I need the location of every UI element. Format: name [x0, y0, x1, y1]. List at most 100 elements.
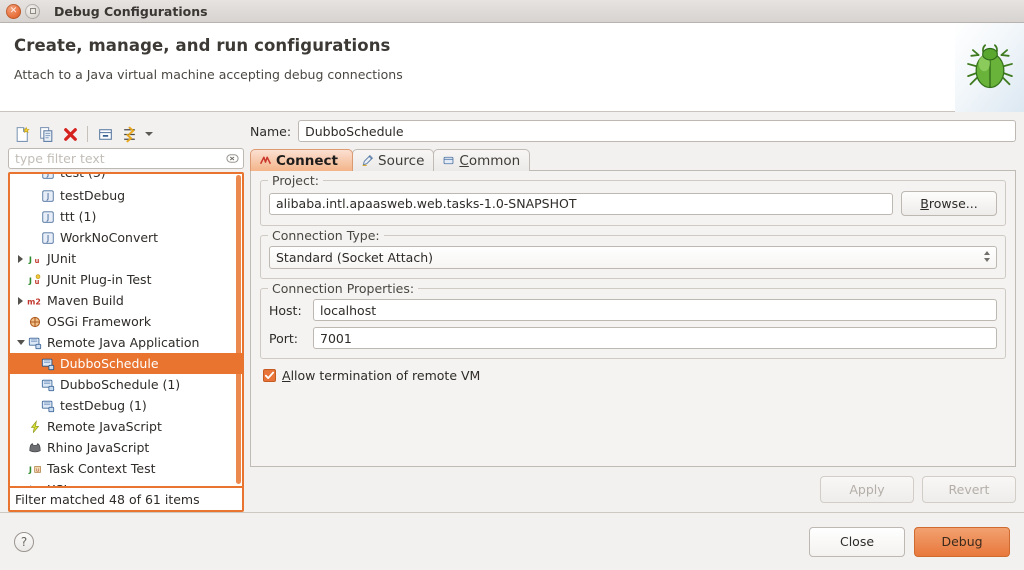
svg-text:J: J — [46, 192, 49, 201]
tree-item-label: XSL — [47, 482, 70, 486]
new-document-icon[interactable] — [11, 123, 33, 145]
tree-item-junit-plugin-test[interactable]: Ju JUnit Plug-in Test — [10, 269, 242, 290]
tree-item-remote-javascript[interactable]: Remote JavaScript — [10, 416, 242, 437]
common-icon — [441, 154, 455, 168]
expand-arrow-icon[interactable] — [14, 290, 27, 311]
port-input[interactable] — [313, 327, 997, 349]
restore-icon[interactable] — [25, 4, 40, 19]
junit-icon: Ju — [27, 251, 43, 267]
tree-item-ttt-1[interactable]: J ttt (1) — [10, 206, 242, 227]
close-icon[interactable]: ✕ — [6, 4, 21, 19]
junit-task-icon: Ju — [27, 461, 43, 477]
connection-type-select[interactable]: Standard (Socket Attach) — [269, 246, 997, 269]
source-icon — [360, 154, 374, 168]
name-input[interactable] — [298, 120, 1016, 142]
page-title: Create, manage, and run configurations — [14, 36, 1006, 55]
spinner-icon[interactable] — [984, 251, 990, 262]
tree-item-label: test (3) — [60, 174, 106, 180]
connection-type-value: Standard (Socket Attach) — [276, 250, 433, 265]
svg-text:J: J — [28, 464, 32, 474]
junit-plugin-icon: Ju — [27, 272, 43, 288]
collapse-all-icon[interactable] — [94, 123, 116, 145]
filter-input[interactable] — [8, 148, 244, 169]
tree-item-label: Remote Java Application — [47, 335, 199, 350]
connection-properties-group: Connection Properties: Host: Port: — [260, 288, 1006, 359]
revert-button[interactable]: Revert — [922, 476, 1016, 503]
close-button[interactable]: Close — [809, 527, 905, 557]
tree-item-junit[interactable]: Ju JUnit — [10, 248, 242, 269]
configurations-toolbar — [8, 120, 244, 148]
osgi-icon — [27, 314, 43, 330]
tree-item-testdebug-1[interactable]: testDebug (1) — [10, 395, 242, 416]
tree-item-dubboschedule[interactable]: DubboSchedule — [10, 353, 242, 374]
project-input[interactable] — [269, 193, 893, 215]
expand-arrow-icon[interactable] — [14, 248, 27, 269]
svg-text:u: u — [34, 257, 39, 265]
dialog-header: Create, manage, and run configurations A… — [0, 23, 1024, 112]
connection-properties-legend: Connection Properties: — [268, 281, 418, 296]
name-label: Name: — [250, 124, 291, 139]
tab-label: Common — [459, 153, 520, 169]
filter-arrows-icon[interactable] — [118, 123, 140, 145]
tree-item-label: Maven Build — [47, 293, 124, 308]
tab-common[interactable]: Common — [433, 149, 530, 171]
tree-item-label: testDebug (1) — [60, 398, 147, 413]
svg-text:u: u — [34, 278, 39, 286]
tree-item-task-context-test[interactable]: Ju Task Context Test — [10, 458, 242, 479]
configurations-panel: J test (3) J testDebug J — [8, 120, 244, 512]
allow-termination-row[interactable]: Allow termination of remote VM — [260, 368, 1006, 383]
xsl-icon — [27, 482, 43, 487]
svg-text:u: u — [35, 467, 38, 473]
tab-connect[interactable]: Connect — [250, 149, 353, 171]
allow-termination-checkbox[interactable] — [263, 369, 276, 382]
tree-item-remote-java-application[interactable]: Remote Java Application — [10, 332, 242, 353]
collapse-arrow-icon[interactable] — [14, 332, 27, 353]
tree-item-rhino-javascript[interactable]: Rhino JavaScript — [10, 437, 242, 458]
tree-item-maven-build[interactable]: m2 Maven Build — [10, 290, 242, 311]
copy-pages-icon[interactable] — [35, 123, 57, 145]
help-question-icon[interactable]: ? — [14, 532, 34, 552]
port-row: Port: — [269, 327, 997, 349]
tree-item-xsl[interactable]: XSL — [10, 479, 242, 486]
clear-text-icon[interactable] — [226, 152, 239, 165]
dialog-body: J test (3) J testDebug J — [0, 112, 1024, 512]
host-label: Host: — [269, 303, 307, 318]
tab-label: Source — [378, 153, 424, 169]
tab-source[interactable]: Source — [352, 149, 434, 171]
chevron-down-icon[interactable] — [142, 123, 156, 145]
tab-label: Connect — [276, 153, 338, 169]
remote-java-icon — [40, 356, 56, 372]
tree-item-label: OSGi Framework — [47, 314, 151, 329]
tree-item-testdebug[interactable]: J testDebug — [10, 185, 242, 206]
tree-scrollbar[interactable] — [236, 175, 241, 484]
toolbar-separator — [87, 126, 88, 142]
apply-revert-row: Apply Revert — [250, 467, 1016, 512]
tree-item-worknoconvert[interactable]: J WorkNoConvert — [10, 227, 242, 248]
connect-tab-panel: Project: Browse... Connection Type: Stan… — [250, 170, 1016, 467]
allow-termination-label: Allow termination of remote VM — [282, 368, 480, 383]
connection-type-legend: Connection Type: — [268, 228, 384, 243]
java-app-icon: J — [40, 174, 56, 181]
connection-properties-rows: Host: Port: — [269, 295, 997, 349]
configurations-tree[interactable]: J test (3) J testDebug J — [8, 172, 244, 512]
svg-text:m2: m2 — [27, 297, 41, 306]
tree-item-test-3[interactable]: J test (3) — [10, 174, 242, 185]
port-label: Port: — [269, 331, 307, 346]
configuration-editor: Name: Connect Source — [250, 120, 1016, 512]
host-input[interactable] — [313, 299, 997, 321]
browse-button[interactable]: Browse... — [901, 191, 997, 216]
tree-item-label: Rhino JavaScript — [47, 440, 149, 455]
tree-item-dubboschedule-1[interactable]: DubboSchedule (1) — [10, 374, 242, 395]
filter-field-wrapper — [8, 148, 244, 169]
panel-spacer — [260, 383, 1006, 466]
tree-item-label: testDebug — [60, 188, 125, 203]
tree-item-osgi-framework[interactable]: OSGi Framework — [10, 311, 242, 332]
debug-button[interactable]: Debug — [914, 527, 1010, 557]
tab-bar: Connect Source Common — [250, 149, 1016, 171]
apply-button[interactable]: Apply — [820, 476, 914, 503]
name-row: Name: — [250, 120, 1016, 142]
page-subtitle: Attach to a Java virtual machine accepti… — [14, 67, 1006, 82]
red-x-icon[interactable] — [59, 123, 81, 145]
java-app-icon: J — [40, 209, 56, 225]
remote-java-icon — [40, 398, 56, 414]
